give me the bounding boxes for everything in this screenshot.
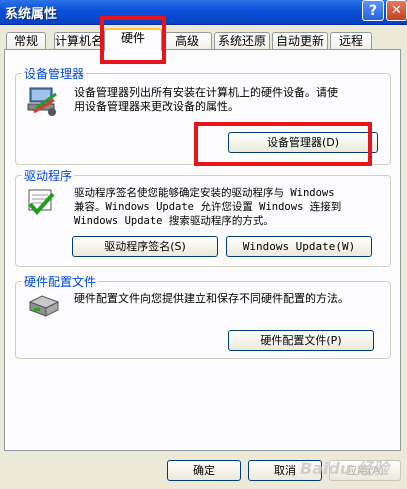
hardware-profiles-group: 硬件配置文件 硬件配置文件向您提供建立和保存不同硬件配置的方法。 硬件配置文件(… bbox=[15, 273, 391, 359]
help-button[interactable]: ? bbox=[362, 0, 384, 21]
baidu-watermark: Baidu 经验 bbox=[300, 459, 389, 478]
driver-signing-button[interactable]: 驱动程序签名(S) bbox=[72, 236, 218, 257]
ok-button[interactable]: 确定 bbox=[167, 460, 241, 481]
tab-computer-name[interactable]: 计算机名 bbox=[54, 32, 104, 50]
hardware-profiles-title: 硬件配置文件 bbox=[22, 273, 99, 290]
hardware-profiles-description: 硬件配置文件向您提供建立和保存不同硬件配置的方法。 bbox=[74, 292, 349, 305]
tab-advanced[interactable]: 高级 bbox=[162, 32, 212, 50]
driver-signing-icon bbox=[28, 189, 55, 216]
drivers-title: 驱动程序 bbox=[22, 167, 75, 184]
drivers-group: 驱动程序 驱动程序签名使您能够确定安装的驱动程序与 Windows 兼容。Win… bbox=[15, 167, 391, 267]
tab-system-restore[interactable]: 系统还原 bbox=[214, 32, 270, 50]
tab-hardware[interactable]: 硬件 bbox=[104, 28, 162, 51]
device-manager-title: 设备管理器 bbox=[22, 65, 87, 82]
tab-remote[interactable]: 远程 bbox=[330, 32, 372, 50]
tab-automatic-updates[interactable]: 自动更新 bbox=[272, 32, 328, 50]
window-title: 系统属性 bbox=[5, 7, 58, 22]
tab-general[interactable]: 常规 bbox=[6, 32, 46, 50]
hardware-panel: 设备管理器 设备管理器列出所有安装在计算机上的硬件设备。请使 用设备管理器来更改… bbox=[4, 49, 401, 451]
device-manager-icon bbox=[27, 87, 57, 116]
windows-update-button[interactable]: Windows Update(W) bbox=[226, 236, 372, 257]
drivers-description: 驱动程序签名使您能够确定安装的驱动程序与 Windows 兼容。Windows … bbox=[74, 187, 342, 227]
hardware-profiles-button[interactable]: 硬件配置文件(P) bbox=[228, 330, 374, 351]
tab-strip: 常规 计算机名 硬件 高级 系统还原 自动更新 远程 bbox=[0, 28, 407, 51]
hardware-profiles-icon bbox=[28, 295, 60, 317]
device-manager-highlight bbox=[194, 122, 372, 166]
device-manager-description: 设备管理器列出所有安装在计算机上的硬件设备。请使 用设备管理器来更改设备的属性。 bbox=[74, 86, 338, 113]
close-button[interactable]: ✕ bbox=[386, 0, 407, 21]
title-bar: 系统属性 ? ✕ bbox=[0, 0, 407, 25]
